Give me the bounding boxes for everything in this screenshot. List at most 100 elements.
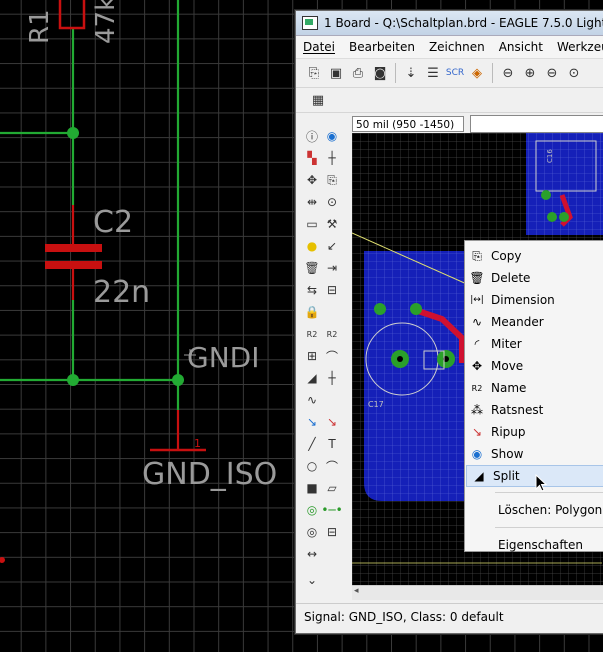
polygon-icon[interactable]: ▱	[322, 478, 342, 498]
menu-item-show[interactable]: ◉ Show	[465, 443, 603, 465]
status-bar: Signal: GND_ISO, Class: 0 default	[296, 603, 603, 629]
ripup-icon[interactable]: ↘	[322, 412, 342, 432]
grid-icon[interactable]: ▦	[308, 90, 328, 110]
dimension-icon: |↔|	[470, 295, 484, 305]
optimize-icon[interactable]: ┼	[322, 368, 342, 388]
lock-icon[interactable]: 🔒	[302, 302, 322, 322]
zoom-redraw-icon[interactable]: ⊙	[564, 63, 584, 83]
move-icon[interactable]: ✥	[302, 170, 322, 190]
layers-icon[interactable]: ☰	[423, 63, 443, 83]
change-icon[interactable]: ⚒	[322, 214, 342, 234]
board-label-c16: C16	[546, 149, 554, 163]
menu-item-copy[interactable]: ⎘ Copy	[465, 245, 603, 267]
dimension-icon[interactable]: ↔	[302, 544, 322, 564]
arc-icon[interactable]: ⌒	[322, 456, 342, 476]
copy-icon[interactable]: ⎘	[322, 170, 342, 190]
menu-werkzeuge[interactable]: Werkzeuge	[550, 40, 603, 54]
ratsnest-icon: ⁂	[471, 403, 483, 417]
menu-ansicht[interactable]: Ansicht	[492, 40, 550, 54]
menu-datei[interactable]: Datei	[296, 40, 342, 54]
circle-icon[interactable]: ○	[302, 456, 322, 476]
signal-icon[interactable]: •─•	[321, 500, 342, 520]
menu-item-move[interactable]: ✥ Move	[465, 355, 603, 377]
route-icon[interactable]: ↘	[302, 412, 322, 432]
hole-icon[interactable]: ◎	[302, 522, 322, 542]
attribute-icon[interactable]: ⊟	[322, 522, 342, 542]
menu-item-meander[interactable]: ∿ Meander	[465, 311, 603, 333]
menu-item-delete[interactable]: 🗑 Delete	[465, 267, 603, 289]
menu-item-properties[interactable]: Eigenschaften	[465, 533, 603, 557]
run-icon[interactable]: ◈	[467, 63, 487, 83]
menu-item-ripup[interactable]: ↘ Ripup	[465, 421, 603, 443]
rect-icon[interactable]: ■	[302, 478, 322, 498]
menu-item-label: Name	[491, 381, 527, 395]
split-icon[interactable]: ◢	[302, 368, 322, 388]
expand-tools-icon[interactable]: ⌄	[302, 570, 322, 590]
delete-icon[interactable]: 🗑	[302, 258, 322, 278]
value-icon[interactable]: R2	[322, 324, 342, 344]
net-label: GNDI	[187, 341, 259, 374]
rotate-icon[interactable]: ⊙	[322, 192, 342, 212]
context-menu: ⎘ Copy 🗑 Delete |↔| Dimension ∿ Meander …	[464, 240, 603, 552]
menu-bearbeiten[interactable]: Bearbeiten	[342, 40, 422, 54]
menu-item-ratsnest[interactable]: ⁂ Ratsnest	[465, 399, 603, 421]
window-title: 1 Board - Q:\Schaltplan.brd - EAGLE 7.5.…	[324, 16, 603, 30]
tool-palette: ⓘ ◉ ▚ ┼ ✥ ⎘ ⇹ ⊙ ▭ ⚒ ● ↙ 🗑 ⇥ ⇆ ⊟ 🔒 R2 R2 ⊞ ⌒ ◢ ┼ ∿ ↘…	[302, 125, 346, 591]
menu-item-label: Ripup	[491, 425, 526, 439]
menu-item-label: Ratsnest	[491, 403, 544, 417]
paste-icon[interactable]: ●	[302, 236, 322, 256]
meander-icon: ∿	[471, 315, 483, 329]
board-label-c17: C17	[368, 400, 384, 409]
replace-icon[interactable]: ⇆	[302, 280, 322, 300]
zoom-in-icon[interactable]: ⊕	[520, 63, 540, 83]
wire-icon[interactable]: ╱	[302, 434, 322, 454]
mark-icon[interactable]: ┼	[322, 148, 342, 168]
menu-zeichnen[interactable]: Zeichnen	[422, 40, 492, 54]
smash-icon[interactable]: ⊞	[302, 346, 322, 366]
horizontal-scrollbar[interactable]: ◂	[352, 585, 603, 600]
menu-item-name[interactable]: R2 Name	[465, 377, 603, 399]
zoom-fit-icon[interactable]: ⊖	[498, 63, 518, 83]
miter-icon[interactable]: ⌒	[322, 346, 342, 366]
save-icon[interactable]: ▣	[326, 63, 346, 83]
open-icon[interactable]: ⎘	[304, 63, 324, 83]
menu-item-delete-polygon[interactable]: Löschen: Polygon	[465, 498, 603, 522]
script-icon[interactable]: SCR	[445, 63, 465, 83]
info-icon[interactable]: ⓘ	[302, 126, 322, 146]
menu-item-label: Move	[491, 359, 524, 373]
cam-icon[interactable]: ◙	[370, 63, 390, 83]
name-icon[interactable]: R2	[302, 324, 322, 344]
display-icon[interactable]: ▚	[302, 148, 322, 168]
show-icon[interactable]: ◉	[322, 126, 342, 146]
menu-item-label: Split	[493, 469, 520, 483]
menu-item-miter[interactable]: ◜ Miter	[465, 333, 603, 355]
move-icon: ✥	[471, 359, 483, 373]
menu-item-dimension[interactable]: |↔| Dimension	[465, 289, 603, 311]
ripup-small-icon[interactable]: ⊟	[322, 280, 342, 300]
arrow-icon[interactable]: ↙	[322, 236, 342, 256]
usercmd-icon[interactable]: ⇣	[401, 63, 421, 83]
delete-icon: 🗑	[469, 271, 485, 285]
split-icon: ◢	[474, 469, 484, 483]
mouse-cursor-icon	[535, 474, 548, 492]
via-icon[interactable]: ◎	[302, 500, 322, 520]
text-icon[interactable]: T	[322, 434, 342, 454]
meander-icon[interactable]: ∿	[302, 390, 322, 410]
command-line[interactable]	[470, 115, 603, 133]
miter-icon: ◜	[474, 337, 480, 351]
resistor-value: 47k	[91, 0, 121, 44]
mirror-icon[interactable]: ⇹	[302, 192, 322, 212]
zoom-out-icon[interactable]: ⊖	[542, 63, 562, 83]
group-icon[interactable]: ▭	[302, 214, 322, 234]
capacitor-value: 22n	[93, 275, 150, 310]
coordinate-display: 50 mil (950 -1450)	[352, 116, 464, 132]
menu-bar: Datei Bearbeiten Zeichnen Ansicht Werkze…	[296, 36, 603, 59]
print-icon[interactable]: ⎙	[348, 63, 368, 83]
title-bar[interactable]: 1 Board - Q:\Schaltplan.brd - EAGLE 7.5.…	[296, 11, 603, 36]
secondary-toolbar: ▦	[296, 88, 603, 113]
show-icon: ◉	[471, 447, 483, 461]
eagle-app-icon	[302, 16, 318, 30]
copy-icon: ⎘	[472, 248, 482, 263]
name-icon: R2	[471, 383, 483, 393]
add-icon[interactable]: ⇥	[322, 258, 342, 278]
